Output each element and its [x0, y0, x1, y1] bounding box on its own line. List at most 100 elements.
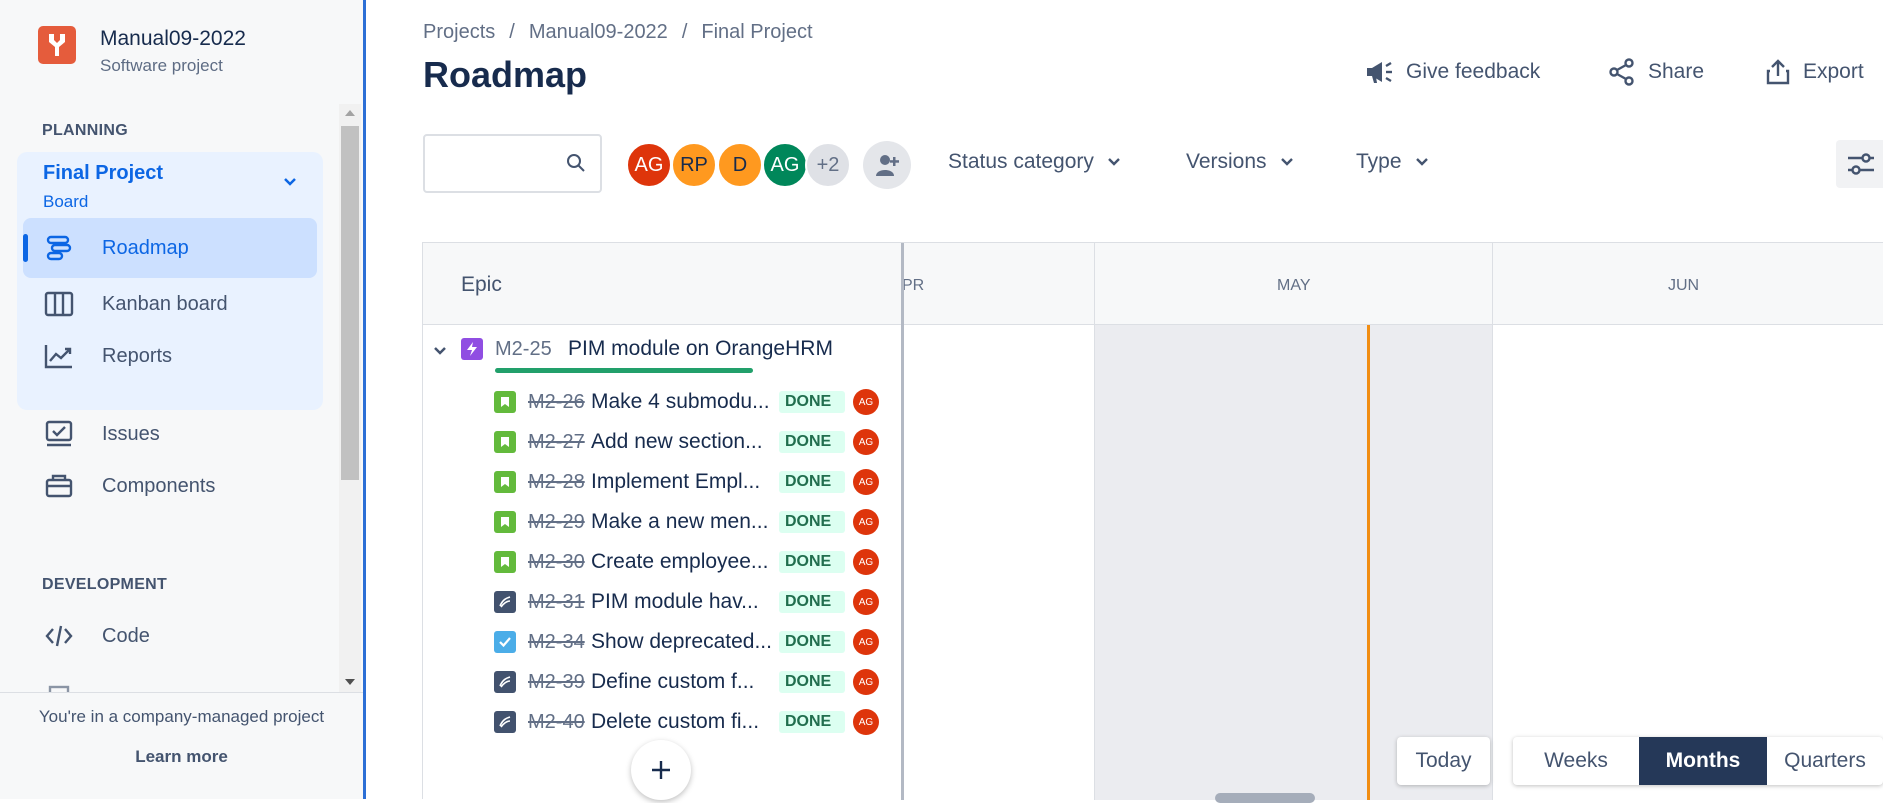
- project-header[interactable]: Manual09-2022 Software project: [38, 26, 246, 75]
- issue-key[interactable]: M2-31: [528, 591, 591, 614]
- scroll-up-arrow-icon[interactable]: [345, 110, 355, 116]
- issue-key[interactable]: M2-26: [528, 391, 591, 414]
- chevron-down-icon[interactable]: [283, 174, 297, 192]
- active-item-indicator: [23, 234, 28, 262]
- issue-summary[interactable]: Implement Empl...: [591, 470, 774, 494]
- sidebar-footer: You're in a company-managed project Lear…: [0, 692, 363, 799]
- issue-summary[interactable]: PIM module hav...: [591, 590, 774, 614]
- timeline-scale-toggle: Weeks Months Quarters: [1513, 737, 1883, 785]
- issue-key[interactable]: M2-27: [528, 431, 591, 454]
- learn-more-link[interactable]: Learn more: [0, 747, 363, 767]
- assignee-avatar[interactable]: AG: [853, 669, 879, 695]
- company-managed-notice: You're in a company-managed project: [38, 707, 325, 726]
- assignee-avatar[interactable]: AG: [853, 389, 879, 415]
- month-divider: [1492, 243, 1493, 800]
- month-divider: [1094, 243, 1095, 800]
- issue-key[interactable]: M2-29: [528, 511, 591, 534]
- issue-summary[interactable]: Show deprecated...: [591, 630, 774, 654]
- issue-summary[interactable]: Make 4 submodu...: [591, 390, 774, 414]
- today-button[interactable]: Today: [1397, 737, 1490, 785]
- issue-key[interactable]: M2-28: [528, 471, 591, 494]
- issue-key[interactable]: M2-30: [528, 551, 591, 574]
- create-epic-button[interactable]: [631, 740, 691, 800]
- avatar-filter[interactable]: AG: [762, 142, 808, 188]
- assignee-avatar[interactable]: AG: [853, 469, 879, 495]
- export-label: Export: [1803, 60, 1864, 83]
- avatar-filter[interactable]: D: [717, 142, 763, 188]
- sidebar-item-reports[interactable]: Reports: [42, 328, 172, 384]
- assignee-avatar[interactable]: AG: [853, 629, 879, 655]
- give-feedback-button[interactable]: Give feedback: [1364, 58, 1540, 86]
- issue-summary[interactable]: Define custom f...: [591, 670, 774, 694]
- avatar-filter[interactable]: RP: [671, 142, 717, 188]
- sidebar-item-kanban-board[interactable]: Kanban board: [42, 276, 228, 332]
- issue-summary[interactable]: Delete custom fi...: [591, 710, 774, 734]
- sidebar-item-issues[interactable]: Issues: [42, 406, 160, 462]
- sidebar-item-label: Roadmap: [102, 236, 189, 259]
- roadmap-grid: PR MAY JUN Epic M2-25 PIM module on Oran…: [422, 242, 1883, 803]
- code-icon: [42, 619, 76, 653]
- epic-key[interactable]: M2-25: [495, 338, 552, 361]
- board-selector-title[interactable]: Final Project: [43, 162, 163, 185]
- scrollbar-thumb[interactable]: [341, 126, 359, 480]
- epic-row[interactable]: M2-25 PIM module on OrangeHRM: [423, 325, 901, 375]
- subtask-icon: [494, 671, 516, 693]
- export-icon: [1766, 59, 1790, 85]
- type-filter[interactable]: Type: [1356, 150, 1428, 174]
- view-settings-button[interactable]: [1836, 140, 1883, 188]
- assignee-avatar[interactable]: AG: [853, 709, 879, 735]
- reports-icon: [42, 339, 76, 373]
- issue-key[interactable]: M2-34: [528, 631, 591, 654]
- status-badge: DONE: [779, 511, 845, 533]
- avatar-filter[interactable]: AG: [626, 142, 672, 188]
- scroll-down-arrow-icon[interactable]: [345, 679, 355, 685]
- add-people-button[interactable]: [863, 141, 911, 189]
- plus-icon: [652, 761, 670, 779]
- column-resize-handle[interactable]: [901, 243, 904, 800]
- status-badge: DONE: [779, 471, 845, 493]
- issue-summary[interactable]: Create employee...: [591, 550, 774, 574]
- project-type: Software project: [100, 56, 223, 75]
- sidebar-item-code[interactable]: Code: [42, 608, 150, 664]
- sidebar-resize-handle[interactable]: [363, 0, 366, 799]
- breadcrumb: Projects / Manual09-2022/Final Project: [423, 21, 813, 43]
- status-category-label: Status category: [948, 150, 1094, 173]
- issue-row[interactable]: M2-40 Delete custom fi... DONE AG: [423, 698, 901, 746]
- sidebar-scrollbar[interactable]: [339, 104, 361, 692]
- export-button[interactable]: Export: [1765, 58, 1864, 86]
- months-button[interactable]: Months: [1639, 737, 1767, 785]
- board-icon: [42, 287, 76, 321]
- search-field[interactable]: [423, 134, 602, 193]
- versions-filter[interactable]: Versions: [1186, 150, 1293, 174]
- sidebar-item-components[interactable]: Components: [42, 458, 215, 514]
- issue-key[interactable]: M2-40: [528, 711, 591, 734]
- search-input[interactable]: [435, 136, 565, 188]
- breadcrumb-board[interactable]: Final Project: [701, 21, 812, 43]
- issue-key[interactable]: M2-39: [528, 671, 591, 694]
- breadcrumb-projects[interactable]: Projects: [423, 21, 495, 43]
- planning-heading: PLANNING: [42, 122, 128, 139]
- add-person-icon: [876, 155, 899, 176]
- scroll-handle[interactable]: [1215, 793, 1315, 803]
- megaphone-icon: [1367, 61, 1392, 83]
- sidebar-item-roadmap[interactable]: Roadmap: [42, 220, 189, 276]
- quarters-button[interactable]: Quarters: [1767, 737, 1883, 785]
- assignee-avatar[interactable]: AG: [853, 589, 879, 615]
- assignee-avatar[interactable]: AG: [853, 549, 879, 575]
- assignee-avatar[interactable]: AG: [853, 429, 879, 455]
- more-avatars-button[interactable]: +2: [805, 142, 851, 188]
- status-badge: DONE: [779, 431, 845, 453]
- sidebar-item-label: Issues: [102, 422, 160, 445]
- share-button[interactable]: Share: [1608, 58, 1704, 86]
- status-category-filter[interactable]: Status category: [948, 150, 1120, 174]
- chevron-down-icon[interactable]: [433, 343, 447, 361]
- month-label: MAY: [1277, 277, 1311, 294]
- subtask-icon: [494, 591, 516, 613]
- assignee-avatar[interactable]: AG: [853, 509, 879, 535]
- issue-summary[interactable]: Add new section...: [591, 430, 774, 454]
- issue-summary[interactable]: Make a new men...: [591, 510, 774, 534]
- sidebar-item-partial[interactable]: [42, 662, 102, 692]
- weeks-button[interactable]: Weeks: [1513, 737, 1639, 785]
- breadcrumb-project[interactable]: Manual09-2022: [529, 21, 668, 43]
- epic-summary[interactable]: PIM module on OrangeHRM: [568, 337, 833, 361]
